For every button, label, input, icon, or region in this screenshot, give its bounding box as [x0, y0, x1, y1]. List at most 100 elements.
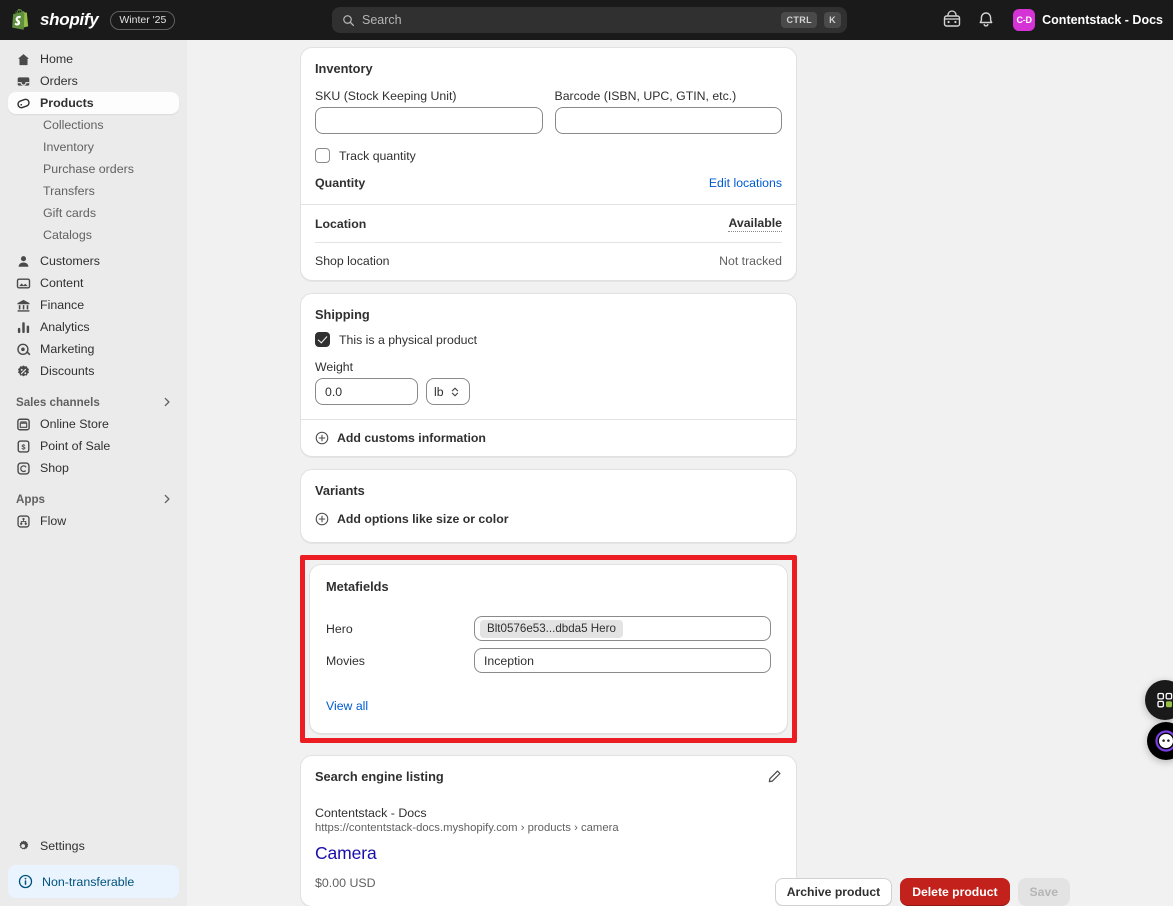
account-menu[interactable]: C-D Contentstack - Docs [1010, 6, 1169, 34]
pencil-edit-icon[interactable] [767, 769, 782, 784]
chat-widget-button[interactable] [1147, 722, 1173, 760]
track-quantity-row[interactable]: Track quantity [315, 148, 782, 163]
sidebar-item-flow[interactable]: Flow [8, 510, 179, 532]
sidebar-item-label: Online Store [40, 417, 109, 431]
page-actions: Archive product Delete product Save [187, 878, 1173, 906]
movies-input[interactable] [474, 648, 771, 673]
seo-page-title[interactable]: Camera [315, 843, 782, 864]
chevron-right-icon [164, 494, 170, 504]
metafield-value-container[interactable] [474, 648, 771, 673]
non-transferable-banner[interactable]: Non-transferable [8, 865, 179, 898]
weight-unit-value: lb [434, 384, 444, 399]
quantity-header: Quantity Edit locations [315, 176, 782, 190]
shopify-inbox-widget-button[interactable] [1145, 680, 1173, 720]
sidebar-item-content[interactable]: Content [8, 272, 179, 294]
barcode-label: Barcode (ISBN, UPC, GTIN, etc.) [554, 89, 737, 103]
account-name: Contentstack - Docs [1042, 13, 1163, 27]
metafield-value-container[interactable]: Blt0576e53...dbda5 Hero [474, 616, 771, 641]
shipping-card: Shipping This is a physical product Weig… [300, 293, 797, 457]
finance-bank-icon [17, 299, 30, 312]
store-icon[interactable] [942, 10, 962, 30]
weight-unit-select[interactable]: lb [426, 378, 470, 405]
chevron-right-icon [164, 397, 170, 407]
sidebar-item-point-of-sale[interactable]: $ Point of Sale [8, 435, 179, 457]
notifications-bell-icon[interactable] [976, 10, 996, 30]
variants-card: Variants Add options like size or color [300, 469, 797, 543]
home-icon [18, 53, 29, 65]
customers-person-icon [18, 255, 29, 267]
sidebar: Home Orders Products Collections Invento… [0, 40, 187, 906]
physical-product-checkbox[interactable] [315, 332, 330, 347]
view-all-link[interactable]: View all [326, 699, 368, 713]
sidebar-section-apps[interactable]: Apps [8, 488, 179, 510]
quantity-title: Quantity [315, 176, 366, 190]
metafields-highlight-annotation: Metafields Hero Blt0576e53...dbda5 Hero … [300, 555, 797, 743]
top-bar: shopify Winter '25 Search CTRL K C-D Con… [0, 0, 1173, 40]
weight-row: lb [315, 378, 782, 405]
edit-locations-link[interactable]: Edit locations [709, 176, 782, 190]
sidebar-item-label: Marketing [40, 342, 95, 356]
sidebar-item-label: Flow [40, 514, 67, 528]
sidebar-item-purchase-orders[interactable]: Purchase orders [8, 158, 179, 180]
sku-input[interactable] [315, 107, 543, 134]
hero-reference-field[interactable]: Blt0576e53...dbda5 Hero [474, 616, 771, 641]
save-button[interactable]: Save [1017, 878, 1070, 906]
archive-product-button[interactable]: Archive product [774, 878, 893, 906]
seo-title: Search engine listing [315, 769, 444, 784]
sidebar-item-label: Orders [40, 74, 78, 88]
weight-input[interactable] [315, 378, 418, 405]
sidebar-item-label: Analytics [40, 320, 90, 334]
sidebar-item-shop[interactable]: Shop [8, 457, 179, 479]
variants-body: Variants Add options like size or color [301, 470, 796, 542]
track-quantity-checkbox[interactable] [315, 148, 330, 163]
barcode-input[interactable] [554, 107, 782, 134]
sidebar-item-analytics[interactable]: Analytics [8, 316, 179, 338]
sidebar-item-customers[interactable]: Customers [8, 250, 179, 272]
search-box[interactable]: Search CTRL K [332, 7, 847, 33]
delete-product-button[interactable]: Delete product [900, 878, 1010, 906]
svg-text:$: $ [21, 442, 26, 451]
add-customs-information-button[interactable]: Add customs information [301, 419, 796, 456]
shopify-brand[interactable]: shopify Winter '25 [0, 9, 176, 31]
sidebar-item-discounts[interactable]: Discounts [8, 360, 179, 382]
sidebar-section-sales-channels[interactable]: Sales channels [8, 391, 179, 413]
metafields-title: Metafields [326, 579, 389, 594]
search-container[interactable]: Search CTRL K [332, 7, 847, 33]
sidebar-item-orders[interactable]: Orders [8, 70, 179, 92]
location-name: Shop location [315, 254, 390, 268]
sidebar-item-products[interactable]: Products [8, 92, 179, 114]
add-customs-information-label: Add customs information [337, 431, 486, 445]
sidebar-item-inventory[interactable]: Inventory [8, 136, 179, 158]
sidebar-section-label: Sales channels [16, 395, 100, 409]
sidebar-item-online-store[interactable]: Online Store [8, 413, 179, 435]
sidebar-item-finance[interactable]: Finance [8, 294, 179, 316]
sidebar-item-marketing[interactable]: Marketing [8, 338, 179, 360]
metafields-view-all-row: View all [326, 697, 771, 715]
sku-barcode-row: SKU (Stock Keeping Unit) Barcode (ISBN, … [315, 89, 782, 134]
sidebar-item-catalogs[interactable]: Catalogs [8, 224, 179, 246]
online-store-icon [17, 418, 30, 430]
shopify-logo-icon [12, 9, 29, 30]
sidebar-item-home[interactable]: Home [8, 48, 179, 70]
add-options-button[interactable]: Add options like size or color [315, 512, 782, 526]
metafield-label: Movies [326, 653, 365, 668]
physical-product-label: This is a physical product [339, 332, 478, 347]
column-header-available[interactable]: Available [728, 216, 782, 232]
chat-bubble-widget-icon [1155, 730, 1173, 752]
sidebar-item-label: Point of Sale [40, 439, 111, 453]
physical-product-row[interactable]: This is a physical product [315, 332, 782, 347]
sidebar-item-settings[interactable]: Settings [8, 835, 179, 857]
sidebar-item-collections[interactable]: Collections [8, 114, 179, 136]
search-icon [343, 14, 355, 26]
track-quantity-label: Track quantity [339, 148, 416, 163]
products-tag-icon [17, 98, 30, 108]
shipping-title: Shipping [315, 307, 370, 322]
sku-label: SKU (Stock Keeping Unit) [315, 89, 457, 103]
hero-reference-chip[interactable]: Blt0576e53...dbda5 Hero [480, 619, 623, 638]
sidebar-item-transfers[interactable]: Transfers [8, 180, 179, 202]
metafield-row-hero: Hero Blt0576e53...dbda5 Hero [326, 616, 771, 641]
sidebar-bottom: Settings Non-transferable [0, 835, 187, 906]
sidebar-item-gift-cards[interactable]: Gift cards [8, 202, 179, 224]
discounts-badge-icon [17, 364, 30, 376]
shortcut-ctrl: CTRL [781, 12, 818, 28]
